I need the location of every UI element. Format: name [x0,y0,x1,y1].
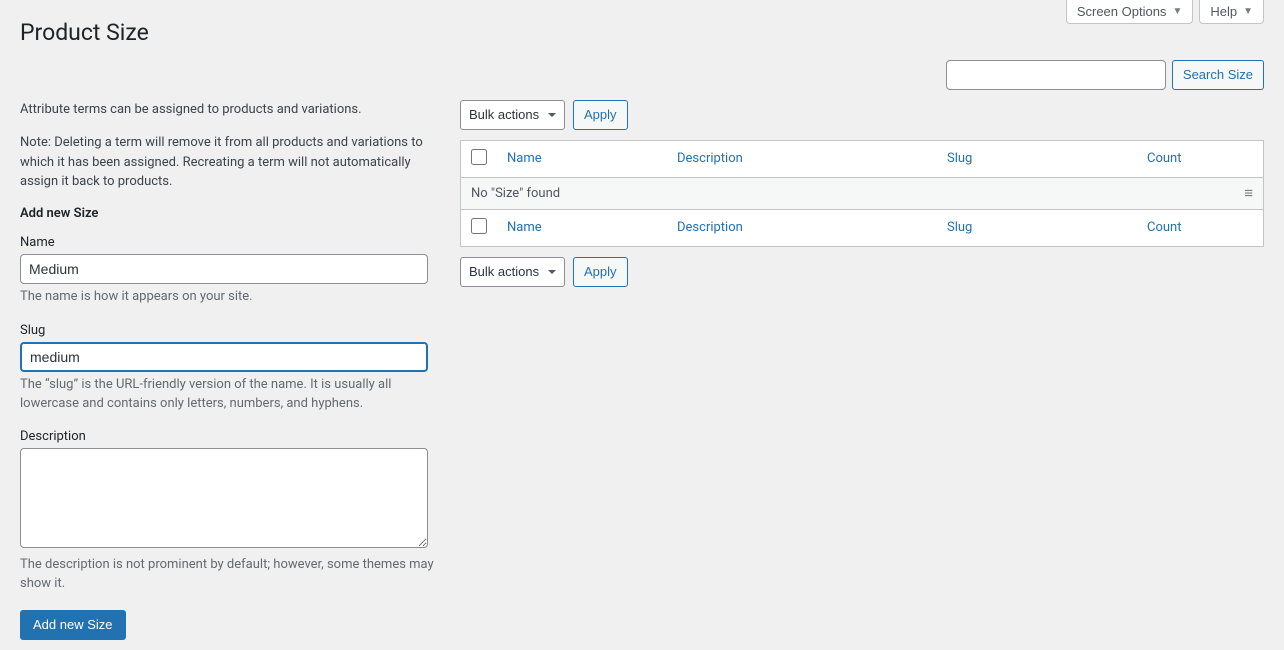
column-footer-count[interactable]: Count [1147,220,1181,235]
column-footer-name[interactable]: Name [507,220,542,235]
name-input[interactable] [20,254,428,284]
slug-label: Slug [20,323,440,338]
description-label: Description [20,429,440,444]
triangle-down-icon: ▼ [1243,6,1253,17]
apply-button-bottom[interactable]: Apply [573,257,628,287]
table-empty-row: No "Size" found ≡ [461,177,1264,209]
column-footer-description[interactable]: Description [677,220,743,235]
help-button[interactable]: Help ▼ [1199,0,1264,24]
slug-description: The “slug” is the URL-friendly version o… [20,376,440,414]
search-button[interactable]: Search Size [1172,60,1264,90]
empty-message: No "Size" found [471,186,560,201]
column-header-slug[interactable]: Slug [947,151,972,166]
select-all-checkbox-top[interactable] [471,149,487,165]
screen-options-button[interactable]: Screen Options ▼ [1066,0,1194,24]
intro-text-2: Note: Deleting a term will remove it fro… [20,133,440,192]
triangle-down-icon: ▼ [1172,6,1182,17]
column-header-name[interactable]: Name [507,151,542,166]
search-input[interactable] [946,60,1166,90]
column-footer-slug[interactable]: Slug [947,220,972,235]
bulk-actions-select-bottom[interactable]: Bulk actions [460,257,565,287]
help-label: Help [1210,4,1237,19]
list-view-icon[interactable]: ≡ [1244,186,1253,201]
column-header-count[interactable]: Count [1147,151,1181,166]
column-header-description[interactable]: Description [677,151,743,166]
description-description: The description is not prominent by defa… [20,556,440,594]
bulk-actions-select-top[interactable]: Bulk actions [460,100,565,130]
add-new-size-button[interactable]: Add new Size [20,610,126,640]
add-new-heading: Add new Size [20,206,440,221]
description-input[interactable] [20,448,428,548]
select-all-checkbox-bottom[interactable] [471,218,487,234]
screen-options-label: Screen Options [1077,4,1167,19]
intro-text-1: Attribute terms can be assigned to produ… [20,100,440,120]
name-description: The name is how it appears on your site. [20,288,440,307]
name-label: Name [20,235,440,250]
apply-button-top[interactable]: Apply [573,100,628,130]
terms-table: Name Description Slug Count No "Size" fo… [460,140,1264,247]
slug-input[interactable] [20,342,428,372]
